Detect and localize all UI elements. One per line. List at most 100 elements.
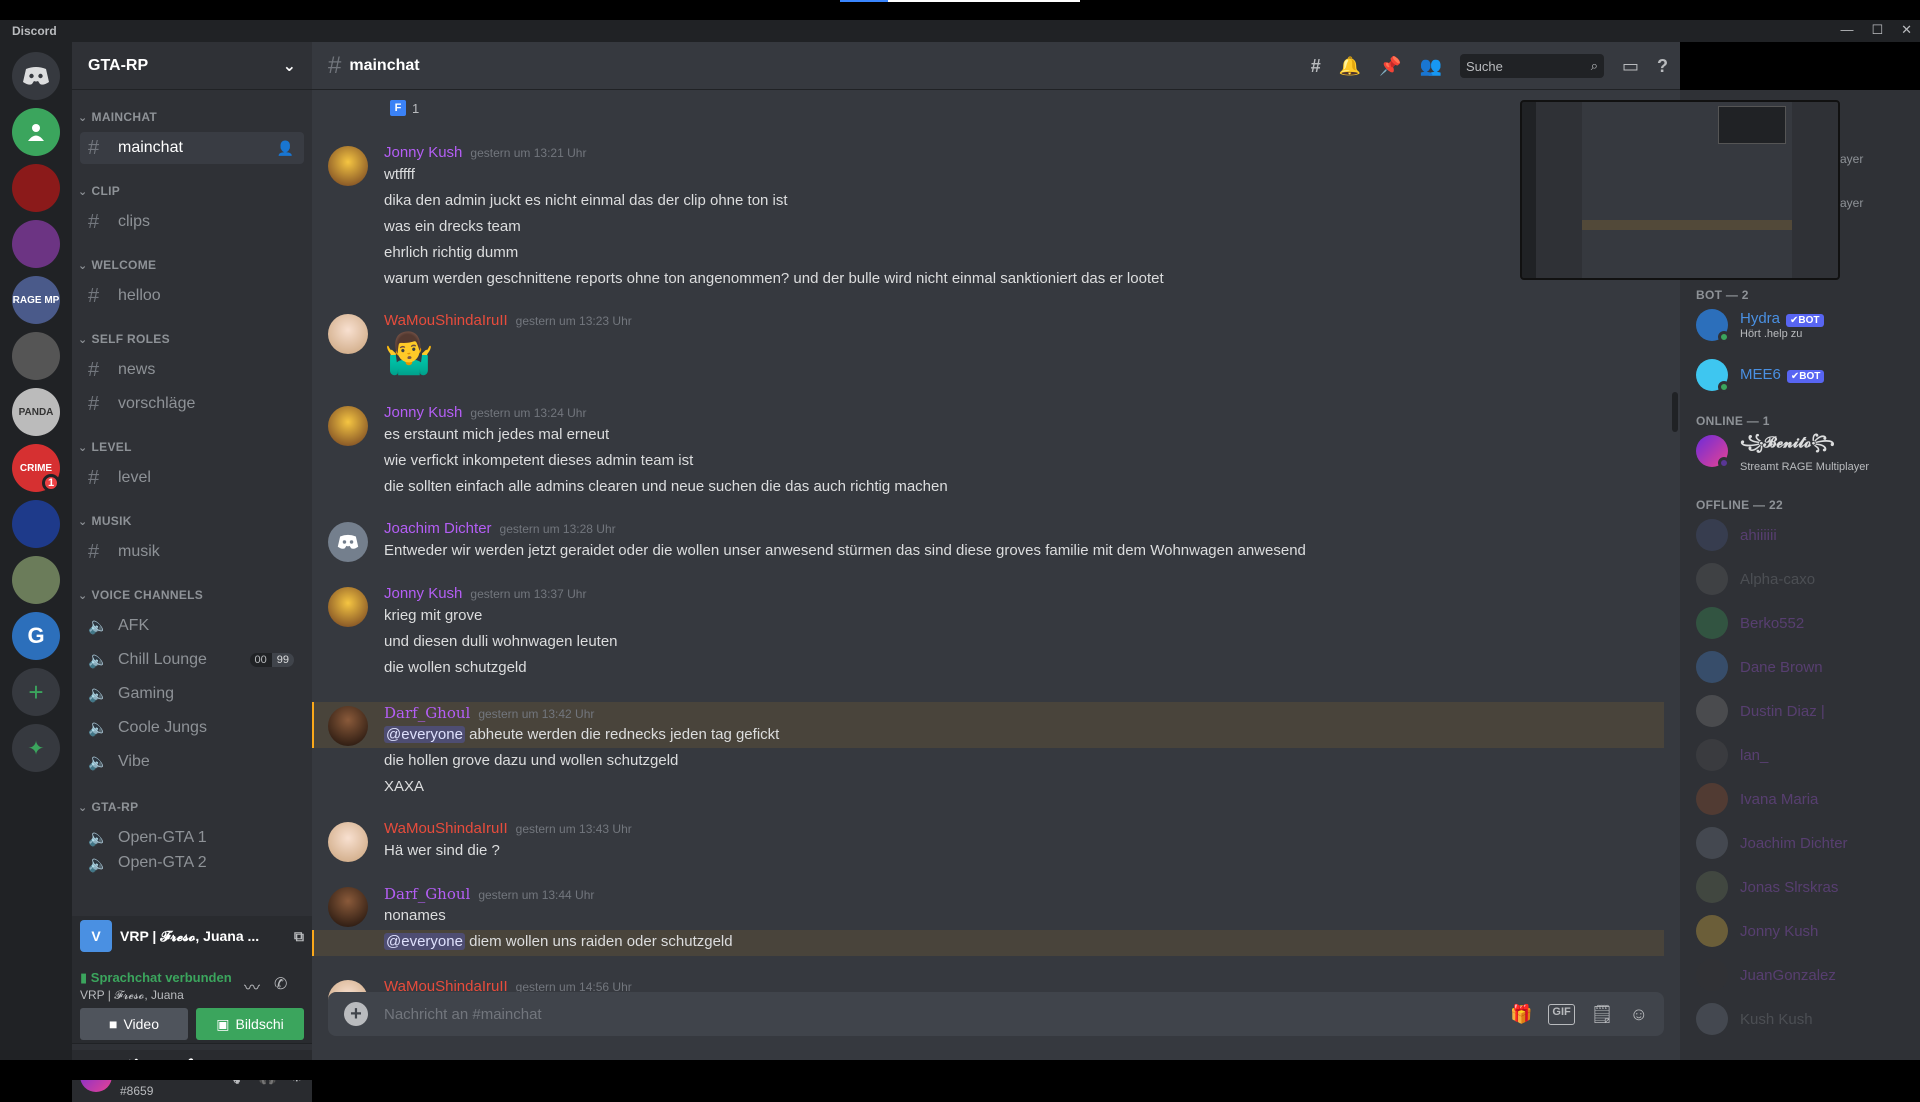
voice-channel-open-gta-2[interactable]: 🔈 Open-GTA 2 bbox=[80, 854, 304, 874]
popout-icon[interactable]: ⧉ bbox=[294, 928, 304, 945]
avatar[interactable] bbox=[328, 887, 368, 927]
member-offline[interactable]: lan_ bbox=[1696, 734, 1912, 776]
emoji-icon[interactable]: ☺ bbox=[1630, 1004, 1648, 1025]
author-name[interactable]: Darf_Ghoul bbox=[384, 704, 470, 722]
disconnect-icon[interactable]: ✆ bbox=[274, 974, 287, 994]
member-list-icon[interactable]: 👥 bbox=[1420, 56, 1442, 77]
voice-status[interactable]: ▮ Sprachchat verbunden bbox=[80, 970, 232, 986]
server-icon-3[interactable] bbox=[12, 220, 60, 268]
member-offline[interactable]: ahiiiiii bbox=[1696, 514, 1912, 556]
invite-icon[interactable]: 👤 bbox=[277, 140, 294, 157]
screen-share-preview[interactable] bbox=[1520, 100, 1840, 280]
member-row-partial[interactable]: ayer bbox=[1840, 152, 1863, 166]
channel-clips[interactable]: # clips bbox=[80, 206, 304, 238]
server-icon-2[interactable] bbox=[12, 164, 60, 212]
avatar[interactable] bbox=[328, 146, 368, 186]
category-voice-channels[interactable]: VOICE CHANNELS bbox=[78, 588, 203, 602]
noise-suppression-icon[interactable]: 〰 bbox=[244, 974, 260, 998]
everyone-mention[interactable]: @everyone bbox=[384, 726, 465, 743]
author-name[interactable]: Joachim Dichter bbox=[384, 520, 492, 537]
server-icon-9[interactable] bbox=[12, 556, 60, 604]
inbox-icon[interactable]: ▭ bbox=[1622, 56, 1639, 77]
pin-icon[interactable]: 📌 bbox=[1379, 56, 1401, 77]
server-icon-5[interactable] bbox=[12, 332, 60, 380]
server-icon-8[interactable] bbox=[12, 500, 60, 548]
avatar[interactable] bbox=[328, 587, 368, 627]
voice-channel-vibe[interactable]: 🔈 Vibe bbox=[80, 746, 304, 778]
threads-icon[interactable]: # bbox=[1311, 56, 1321, 77]
member-offline[interactable]: Kush Kush bbox=[1696, 998, 1912, 1040]
category-clip[interactable]: CLIP bbox=[78, 184, 120, 198]
scrollbar-thumb[interactable] bbox=[1672, 392, 1678, 432]
category-level[interactable]: LEVEL bbox=[78, 440, 132, 454]
video-button[interactable]: ■ Video bbox=[80, 1008, 188, 1040]
screen-share-button[interactable]: ▣ Bildschi bbox=[196, 1008, 304, 1040]
guild-header[interactable]: GTA-RP ⌄ bbox=[72, 42, 312, 90]
explore-servers-button[interactable]: ✦ bbox=[12, 724, 60, 772]
offline-group-header: OFFLINE — 22 bbox=[1696, 498, 1783, 512]
member-offline[interactable]: Berko552 bbox=[1696, 602, 1912, 644]
stream-preview-row[interactable]: V VRP | 𝓕𝓻𝓮𝓼𝓸, Juana ... ⧉ bbox=[80, 920, 304, 952]
member-offline[interactable]: Ivana Maria bbox=[1696, 778, 1912, 820]
gif-icon[interactable]: GIF bbox=[1548, 1003, 1575, 1025]
sticker-icon[interactable]: 🗒 bbox=[1591, 1004, 1614, 1025]
voice-channel-chill-lounge[interactable]: 🔈 Chill Lounge 00 99 bbox=[80, 644, 304, 676]
author-name[interactable]: Jonny Kush bbox=[384, 585, 462, 602]
channel-helloo[interactable]: # helloo bbox=[80, 280, 304, 312]
member-row-partial[interactable]: ayer bbox=[1840, 196, 1863, 210]
author-name[interactable]: Darf_Ghoul bbox=[384, 885, 470, 903]
voice-channel-sub[interactable]: VRP | 𝓕𝓻𝓮𝓼𝓸, Juana bbox=[80, 988, 184, 1003]
channel-musik[interactable]: # musik bbox=[80, 536, 304, 568]
home-button[interactable] bbox=[12, 52, 60, 100]
member-offline[interactable]: Jonny Kush bbox=[1696, 910, 1912, 952]
channel-vorschlaege[interactable]: # vorschläge bbox=[80, 388, 304, 420]
add-server-button[interactable]: + bbox=[12, 668, 60, 716]
server-icon-10[interactable]: G bbox=[12, 612, 60, 660]
channel-news[interactable]: # news bbox=[80, 354, 304, 386]
author-name[interactable]: WaMouShindaIruII bbox=[384, 820, 508, 837]
member-offline[interactable]: Dane Brown bbox=[1696, 646, 1912, 688]
author-name[interactable]: Jonny Kush bbox=[384, 404, 462, 421]
member-offline[interactable]: JuanGonzalez bbox=[1696, 954, 1912, 996]
server-icon-friends[interactable] bbox=[12, 108, 60, 156]
voice-channel-afk[interactable]: 🔈 AFK bbox=[80, 610, 304, 642]
channel-mainchat[interactable]: # mainchat 👤 bbox=[80, 132, 304, 164]
member-offline[interactable]: Jonas Slrskras bbox=[1696, 866, 1912, 908]
voice-channel-open-gta-1[interactable]: 🔈 Open-GTA 1 bbox=[80, 822, 304, 854]
stream-title: VRP | 𝓕𝓻𝓮𝓼𝓸, Juana ... bbox=[120, 927, 260, 944]
category-welcome[interactable]: WELCOME bbox=[78, 258, 156, 272]
gift-icon[interactable]: 🎁 bbox=[1510, 1004, 1532, 1025]
author-name[interactable]: Jonny Kush bbox=[384, 144, 462, 161]
member-offline[interactable]: Alpha-caxo bbox=[1696, 558, 1912, 600]
member-mee6[interactable]: MEE6 ✔BOT bbox=[1696, 354, 1912, 396]
close-icon[interactable]: ✕ bbox=[1901, 22, 1912, 38]
voice-channel-gaming[interactable]: 🔈 Gaming bbox=[80, 678, 304, 710]
avatar[interactable] bbox=[328, 406, 368, 446]
search-input[interactable]: Suche ⌕ bbox=[1459, 54, 1604, 78]
member-benito[interactable]: ꧁𝓑𝓮𝓷𝓲𝓽𝓸꧂ Streamt RAGE Multiplayer bbox=[1696, 430, 1912, 473]
category-musik[interactable]: MUSIK bbox=[78, 514, 132, 528]
category-gta-rp[interactable]: GTA-RP bbox=[78, 800, 139, 814]
category-self-roles[interactable]: SELF ROLES bbox=[78, 332, 170, 346]
minimize-icon[interactable]: — bbox=[1840, 22, 1853, 38]
reaction-pill[interactable]: F 1 bbox=[384, 98, 425, 118]
avatar[interactable] bbox=[328, 822, 368, 862]
server-icon-6[interactable]: PANDA bbox=[12, 388, 60, 436]
author-name[interactable]: WaMouShindaIruII bbox=[384, 312, 508, 329]
avatar[interactable] bbox=[328, 522, 368, 562]
maximize-icon[interactable]: ☐ bbox=[1871, 22, 1883, 38]
help-icon[interactable]: ? bbox=[1657, 56, 1668, 77]
add-attachment-icon[interactable]: + bbox=[344, 1002, 368, 1026]
member-offline[interactable]: Dustin Diaz | bbox=[1696, 690, 1912, 732]
notification-bell-icon[interactable]: 🔔 bbox=[1339, 56, 1361, 77]
server-icon-4[interactable]: RAGE MP bbox=[12, 276, 60, 324]
voice-channel-coole-jungs[interactable]: 🔈 Coole Jungs bbox=[80, 712, 304, 744]
member-hydra[interactable]: Hydra ✔BOT Hört .help zu bbox=[1696, 304, 1912, 346]
message-composer[interactable]: + Nachricht an #mainchat 🎁 GIF 🗒 ☺ bbox=[328, 992, 1664, 1036]
avatar[interactable] bbox=[328, 314, 368, 354]
everyone-mention[interactable]: @everyone bbox=[384, 933, 465, 950]
avatar[interactable] bbox=[328, 706, 368, 746]
category-mainchat[interactable]: MAINCHAT bbox=[78, 110, 157, 124]
channel-level[interactable]: # level bbox=[80, 462, 304, 494]
member-offline[interactable]: Joachim Dichter bbox=[1696, 822, 1912, 864]
